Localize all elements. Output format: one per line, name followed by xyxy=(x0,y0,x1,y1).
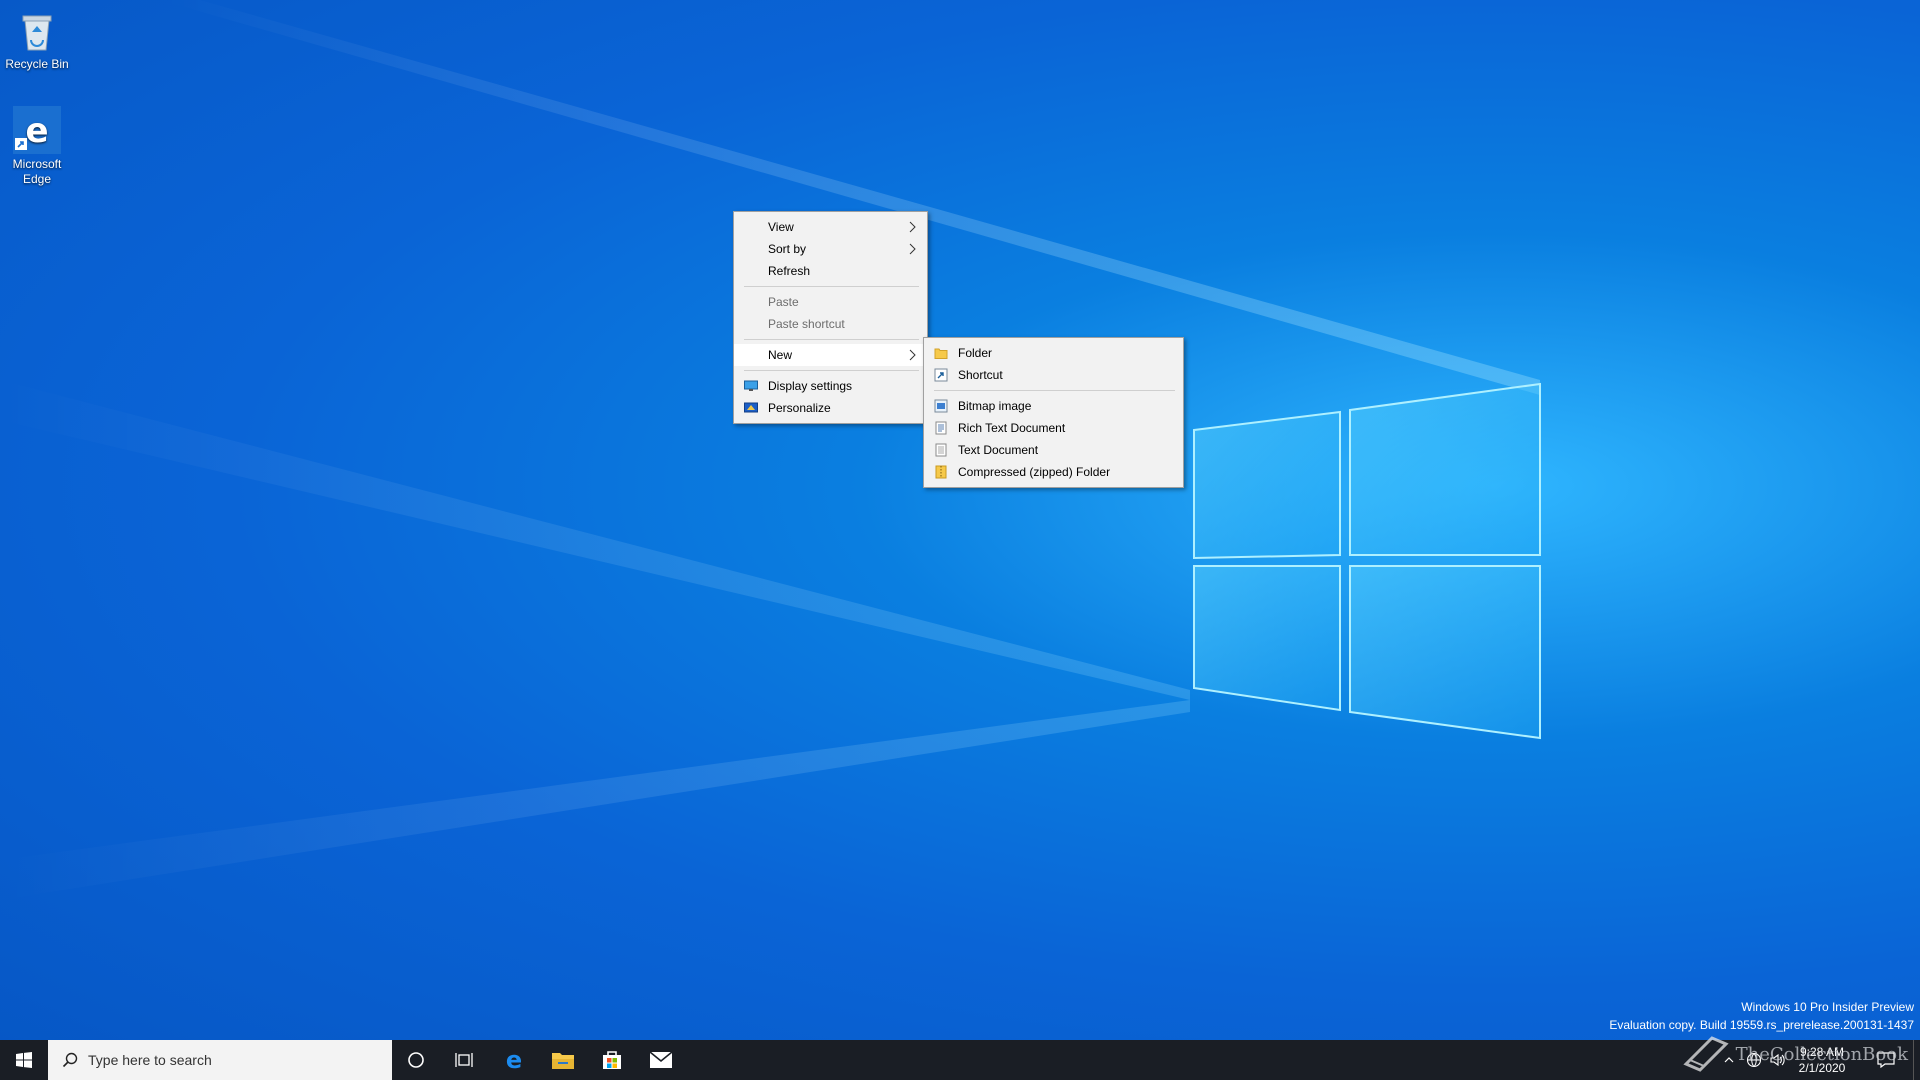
submenu-item-label: Text Document xyxy=(958,443,1039,457)
folder-icon xyxy=(934,348,948,359)
desktop-icon-label: Recycle Bin xyxy=(5,57,69,71)
edge-icon: e xyxy=(13,106,61,154)
wallpaper xyxy=(0,0,1541,900)
menu-separator xyxy=(744,286,919,287)
submenu-item-label: Folder xyxy=(958,346,993,360)
menu-item-new[interactable]: New xyxy=(734,344,927,366)
menu-item-paste: Paste xyxy=(734,291,927,313)
svg-text:e: e xyxy=(25,111,48,151)
display-settings-icon xyxy=(744,380,758,391)
edge-icon: e xyxy=(506,1048,522,1072)
desktop-icon-recycle-bin[interactable]: Recycle Bin xyxy=(0,6,74,72)
store-icon xyxy=(603,1051,621,1069)
task-view-icon xyxy=(455,1053,473,1067)
file-explorer-icon xyxy=(552,1053,574,1069)
menu-item-label: Sort by xyxy=(768,242,807,256)
task-view-button[interactable] xyxy=(440,1040,488,1080)
rich-text-document-icon xyxy=(935,421,947,435)
submenu-item-rich-text-document[interactable]: Rich Text Document xyxy=(924,417,1183,439)
menu-item-personalize[interactable]: Personalize xyxy=(734,397,927,419)
submenu-item-label: Shortcut xyxy=(958,368,1003,382)
network-icon xyxy=(1746,1052,1762,1068)
taskbar-store-button[interactable] xyxy=(588,1040,636,1080)
menu-item-paste-shortcut: Paste shortcut xyxy=(734,313,927,335)
taskbar-edge-button[interactable]: e xyxy=(490,1040,538,1080)
personalize-icon xyxy=(744,402,758,413)
desktop-context-menu: View Sort by Refresh Paste Paste shortcu… xyxy=(733,211,928,424)
action-center-button[interactable] xyxy=(1866,1040,1906,1080)
menu-item-label: Paste shortcut xyxy=(768,317,845,331)
watermark-line-2: Evaluation copy. Build 19559.rs_prerelea… xyxy=(1609,1018,1914,1032)
taskbar-file-explorer-button[interactable] xyxy=(539,1040,587,1080)
submenu-item-label: Rich Text Document xyxy=(958,421,1066,435)
notification-icon xyxy=(1877,1052,1895,1068)
windows-start-icon xyxy=(16,1052,32,1068)
taskbar: Type here to search e 9:28 AM 2/1/2020 xyxy=(0,1040,1920,1080)
mail-icon xyxy=(649,1051,673,1068)
recycle-bin-icon xyxy=(13,6,61,54)
bitmap-image-icon xyxy=(934,399,948,413)
clock-date: 2/1/2020 xyxy=(1798,1061,1846,1075)
chevron-up-icon xyxy=(1724,1057,1734,1063)
menu-separator xyxy=(744,370,919,371)
menu-item-label: View xyxy=(768,220,794,234)
chevron-right-icon xyxy=(909,243,916,255)
menu-separator xyxy=(744,339,919,340)
tray-overflow-button[interactable] xyxy=(1718,1040,1740,1080)
menu-item-display-settings[interactable]: Display settings xyxy=(734,375,927,397)
cortana-icon xyxy=(408,1052,424,1068)
tray-network-button[interactable] xyxy=(1742,1040,1766,1080)
desktop-icon-microsoft-edge[interactable]: e Microsoft Edge xyxy=(0,106,74,187)
menu-item-label: Refresh xyxy=(768,264,811,278)
submenu-item-compressed-folder[interactable]: Compressed (zipped) Folder xyxy=(924,461,1183,483)
start-button[interactable] xyxy=(0,1040,48,1080)
shortcut-icon xyxy=(934,368,948,382)
windows-logo-wallpaper xyxy=(1193,382,1541,740)
menu-item-view[interactable]: View xyxy=(734,216,927,238)
chevron-right-icon xyxy=(909,221,916,233)
menu-item-label: Paste xyxy=(768,295,799,309)
taskbar-mail-button[interactable] xyxy=(637,1040,685,1080)
chevron-right-icon xyxy=(909,349,916,361)
menu-item-sort-by[interactable]: Sort by xyxy=(734,238,927,260)
menu-item-label: New xyxy=(768,348,793,362)
zip-folder-icon xyxy=(935,465,947,479)
search-icon xyxy=(62,1052,78,1068)
submenu-item-bitmap-image[interactable]: Bitmap image xyxy=(924,395,1183,417)
submenu-item-shortcut[interactable]: Shortcut xyxy=(924,364,1183,386)
submenu-item-text-document[interactable]: Text Document xyxy=(924,439,1183,461)
menu-item-refresh[interactable]: Refresh xyxy=(734,260,927,282)
submenu-item-label: Bitmap image xyxy=(958,399,1032,413)
submenu-item-label: Compressed (zipped) Folder xyxy=(958,465,1111,479)
show-desktop-button[interactable] xyxy=(1913,1040,1920,1080)
text-document-icon xyxy=(935,443,947,457)
menu-separator xyxy=(934,390,1175,391)
cortana-button[interactable] xyxy=(392,1040,440,1080)
clock-time: 9:28 AM xyxy=(1799,1045,1845,1059)
desktop-icon-label: Microsoft Edge xyxy=(12,157,62,186)
new-submenu: Folder Shortcut Bitmap image Rich Text D… xyxy=(923,337,1184,488)
taskbar-search-box[interactable]: Type here to search xyxy=(48,1040,392,1080)
menu-item-label: Display settings xyxy=(768,379,853,393)
submenu-item-folder[interactable]: Folder xyxy=(924,342,1183,364)
taskbar-clock[interactable]: 9:28 AM 2/1/2020 xyxy=(1782,1044,1862,1076)
menu-item-label: Personalize xyxy=(768,401,831,415)
watermark-line-1: Windows 10 Pro Insider Preview xyxy=(1741,1000,1914,1014)
search-placeholder: Type here to search xyxy=(88,1052,212,1068)
evaluation-watermark: Windows 10 Pro Insider Preview Evaluatio… xyxy=(1609,998,1914,1034)
svg-text:e: e xyxy=(506,1048,522,1072)
